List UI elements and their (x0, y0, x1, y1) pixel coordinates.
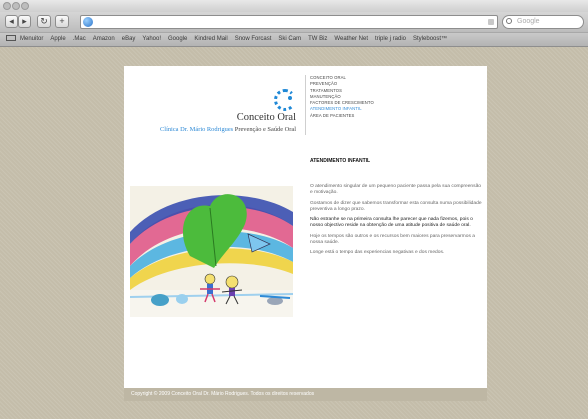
forward-button[interactable]: ▸ (18, 15, 31, 28)
back-button[interactable]: ◂ (5, 15, 18, 28)
search-field[interactable]: Google (502, 15, 584, 29)
section-body: O atendimento singular de um pequeno pac… (310, 184, 482, 261)
child-drawing-image (130, 186, 293, 317)
main-nav: CONCEITO ORAL PREVENÇÃO TRATAMENTOS MANU… (310, 75, 374, 119)
brand-name[interactable]: Conceito Oral (226, 112, 296, 123)
bookmark-item[interactable]: Menuitor (20, 36, 43, 42)
add-bookmark-button[interactable]: + (55, 15, 69, 28)
bookmark-item[interactable]: Amazon (93, 36, 115, 42)
bookmark-item[interactable]: Kindred Mail (194, 36, 227, 42)
bookmark-item[interactable]: .Mac (73, 36, 86, 42)
bookmark-item[interactable]: TW Biz (308, 36, 327, 42)
paragraph: Longe está o tempo das experiencias nega… (310, 250, 445, 256)
bookmark-item[interactable]: triple j radio (375, 36, 406, 42)
logo-dot-icon (288, 96, 292, 100)
bookmarks-bar: Menuitor Apple .Mac Amazon eBay Yahoo! Google K… (0, 33, 588, 47)
clinic-tagline: Clínica Dr. Mário Rodrigues Prevenção e … (128, 126, 296, 133)
bookmark-item[interactable]: Snow Forcast (235, 36, 272, 42)
clinic-slogan: Prevenção e Saúde Oral (234, 126, 296, 133)
zoom-window-button[interactable] (21, 2, 29, 10)
window-titlebar (0, 0, 588, 12)
bookmark-item[interactable]: Ski Cam (278, 36, 301, 42)
bookmarks-icon[interactable] (6, 35, 16, 42)
close-window-button[interactable] (3, 2, 11, 10)
bookmark-item[interactable]: Weather Net (334, 36, 368, 42)
nav-divider (305, 75, 306, 135)
minimize-window-button[interactable] (12, 2, 20, 10)
paragraph: Hoje os tempos são outros e os recursos … (310, 233, 475, 246)
section-title: ATENDIMENTO INFANTIL (310, 158, 371, 164)
rss-icon[interactable] (488, 19, 494, 25)
bookmark-item[interactable]: Yahoo! (142, 36, 161, 42)
bookmark-item[interactable]: Google (168, 36, 187, 42)
reload-button[interactable]: ↻ (37, 15, 51, 28)
search-icon (506, 18, 512, 24)
nav-item-area-pacientes[interactable]: ÁREA DE PACIENTES (310, 113, 374, 119)
search-placeholder: Google (517, 18, 540, 25)
bookmark-item[interactable]: eBay (122, 36, 136, 42)
browser-toolbar: ◂ ▸ ↻ + Google (0, 12, 588, 33)
bookmark-item[interactable]: Apple (50, 36, 65, 42)
footer-copyright: Copyright © 2009 Conceito Oral Dr. Mário… (124, 388, 487, 401)
paragraph: O atendimento singular de um pequeno pac… (310, 184, 482, 196)
clinic-name: Clínica Dr. Mário Rodrigues (160, 126, 234, 133)
paragraph-highlight: Não estranhe se na primeira consulta lhe… (310, 217, 473, 229)
globe-icon (83, 17, 93, 27)
logo-icon (274, 89, 296, 111)
address-bar[interactable] (80, 15, 498, 29)
bookmark-item[interactable]: Styleboost™ (413, 36, 447, 42)
paragraph: Gostamos de dizer que sabemos transforma… (310, 200, 482, 212)
